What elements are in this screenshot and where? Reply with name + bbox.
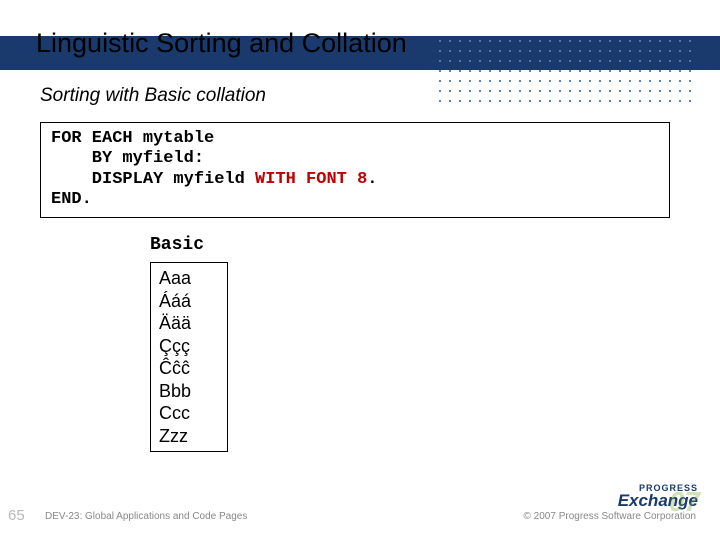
slide-title: Linguistic Sorting and Collation: [36, 28, 407, 59]
slide-subtitle: Sorting with Basic collation: [40, 85, 266, 107]
code-line: DISPLAY myfield: [51, 170, 255, 189]
code-line: END.: [51, 190, 92, 209]
list-item: Bbb: [159, 380, 219, 403]
result-label: Basic: [150, 235, 204, 255]
list-item: Zzz: [159, 425, 219, 448]
list-item: Äää: [159, 312, 219, 335]
logo: PROGRESS Exchange 07: [618, 483, 698, 508]
result-box: Aaa Ááá Äää Ççç Ĉĉĉ Bbb Ccc Zzz: [150, 262, 228, 452]
list-item: Aaa: [159, 267, 219, 290]
slide-number: 65: [8, 507, 25, 524]
footer-copyright: © 2007 Progress Software Corporation: [524, 511, 696, 522]
list-item: Ccc: [159, 402, 219, 425]
code-line: BY myfield:: [51, 149, 204, 168]
list-item: Ĉĉĉ: [159, 357, 219, 380]
code-block: FOR EACH mytable BY myfield: DISPLAY myf…: [40, 122, 670, 218]
footer-session: DEV-23: Global Applications and Code Pag…: [45, 511, 247, 522]
code-line: FOR EACH mytable: [51, 129, 214, 148]
list-item: Ççç: [159, 335, 219, 358]
code-highlight: WITH FONT 8: [255, 170, 367, 189]
code-line: .: [367, 170, 377, 189]
list-item: Ááá: [159, 290, 219, 313]
decorative-dots: [435, 36, 695, 106]
